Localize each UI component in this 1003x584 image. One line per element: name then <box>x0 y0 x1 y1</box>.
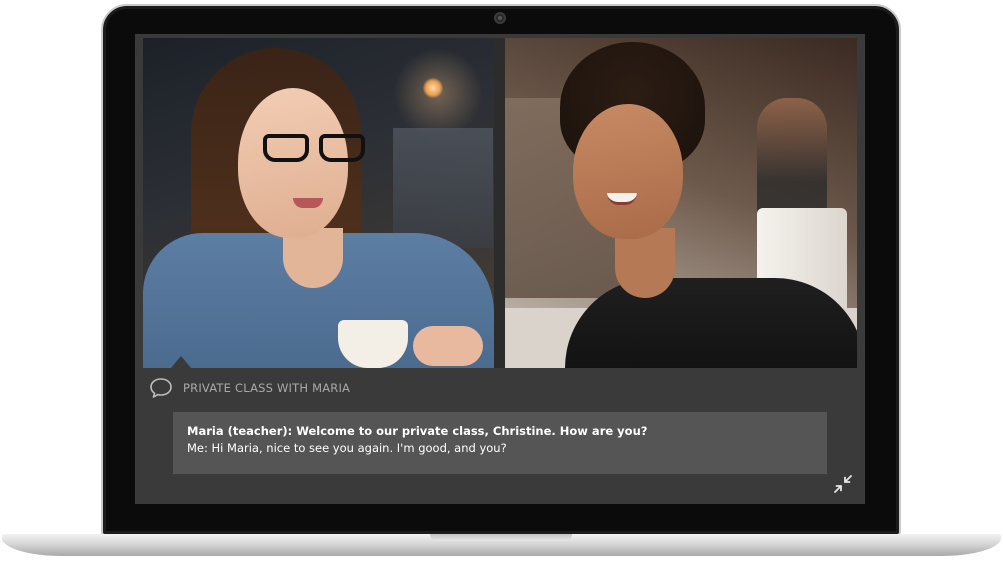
webcam-icon <box>494 12 506 24</box>
chat-header: PRIVATE CLASS WITH MARIA <box>149 376 350 400</box>
lamp-light <box>423 78 443 98</box>
coffee-cup <box>338 320 408 368</box>
laptop-notch <box>430 534 572 541</box>
glasses <box>263 134 383 164</box>
chat-title: PRIVATE CLASS WITH MARIA <box>183 381 351 395</box>
chat-pointer <box>171 356 191 368</box>
teacher-video-feed <box>143 38 494 368</box>
video-call-screen: PRIVATE CLASS WITH MARIA Maria (teacher)… <box>135 34 865 504</box>
video-divider <box>494 38 505 368</box>
student-video-feed <box>505 38 857 368</box>
chat-message: Me: Hi Maria, nice to see you again. I'm… <box>187 441 507 455</box>
participant-shirt <box>565 278 857 368</box>
minimize-arrows-icon[interactable] <box>831 472 855 496</box>
participant-face <box>573 104 683 239</box>
chat-messages: Maria (teacher): Welcome to our private … <box>173 412 827 474</box>
chat-message: Maria (teacher): Welcome to our private … <box>187 424 648 438</box>
chat-bubble-icon <box>149 377 173 399</box>
